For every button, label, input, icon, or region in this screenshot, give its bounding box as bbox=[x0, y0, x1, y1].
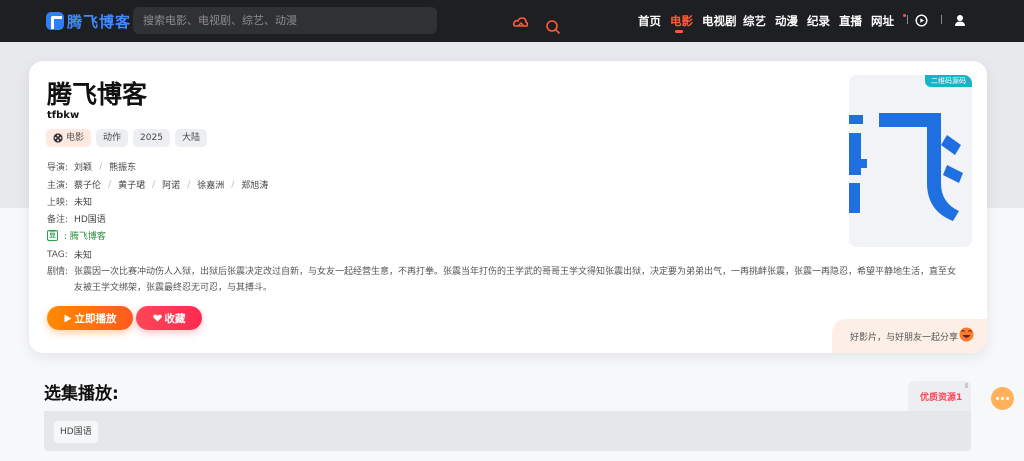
logo-text: 腾飞博客 bbox=[67, 12, 132, 31]
separator: / bbox=[108, 179, 112, 190]
cloud-icon[interactable] bbox=[513, 17, 528, 28]
play-icon bbox=[64, 314, 71, 322]
plot-label: 剧情: bbox=[47, 267, 69, 277]
movie-detail-card: 腾飞博客 tfbkw 电影 动作 2025 大陆 导演: 刘颖 / 熊振东 主演… bbox=[29, 61, 987, 353]
cast-row: 主演: 蔡子伦 / 黄子珺 / 阿诺 / 徐嘉洲 / 郑旭涛 bbox=[47, 178, 268, 192]
plot-text: 张震因一次比赛冲动伤人入狱，出狱后张震决定改过自新，与女友一起经营生意，不再打拳… bbox=[74, 267, 957, 293]
movie-title: 腾飞博客 bbox=[47, 80, 148, 109]
favorite-button-label: 收藏 bbox=[164, 312, 186, 325]
poster-image bbox=[849, 75, 972, 247]
episode-item[interactable]: HD国语 bbox=[54, 421, 98, 443]
source-tab-marker bbox=[965, 383, 968, 388]
more-dot-icon bbox=[1006, 397, 1009, 400]
smile-emoji-icon bbox=[959, 327, 974, 342]
cast-link[interactable]: 黄子珺 bbox=[118, 178, 145, 191]
note-row: 备注: HD国语 bbox=[47, 212, 106, 225]
director-link[interactable]: 刘颖 bbox=[74, 160, 92, 173]
separator: / bbox=[231, 179, 235, 190]
release-row: 上映: 未知 bbox=[47, 195, 92, 208]
douban-row: 豆 : 腾飞博客 bbox=[47, 229, 106, 242]
play-button[interactable]: 立即播放 bbox=[47, 306, 133, 330]
play-history-icon[interactable] bbox=[915, 14, 928, 27]
nav-item-home[interactable]: 首页 bbox=[638, 13, 661, 29]
top-navigation-bar: 腾飞博客 首页 电影 电视剧 综艺 动漫 纪录 直播 网址 bbox=[0, 0, 1024, 42]
douban-icon: 豆 bbox=[47, 230, 58, 241]
type-tag[interactable]: 电影 bbox=[46, 129, 92, 147]
tag-label: TAG: bbox=[47, 249, 68, 260]
more-options-button[interactable] bbox=[991, 387, 1014, 410]
nav-item-movie[interactable]: 电影 bbox=[670, 13, 693, 29]
nav-item-tv[interactable]: 电视剧 bbox=[702, 13, 737, 29]
year-tag[interactable]: 2025 bbox=[133, 129, 170, 147]
type-tag-label: 电影 bbox=[66, 133, 85, 143]
tag-value: 未知 bbox=[73, 251, 92, 261]
share-text: 好影片，与好朋友一起分享 bbox=[850, 333, 959, 343]
logo-icon bbox=[46, 12, 64, 30]
separator: / bbox=[99, 161, 103, 172]
cast-link[interactable]: 徐嘉洲 bbox=[197, 178, 224, 191]
cast-link[interactable]: 蔡子伦 bbox=[74, 178, 101, 191]
play-button-label: 立即播放 bbox=[74, 312, 117, 325]
source-tab[interactable]: 优质资源1 bbox=[908, 381, 971, 412]
nav-item-anime[interactable]: 动漫 bbox=[775, 13, 798, 29]
plot-row: 剧情: 张震因一次比赛冲动伤人入狱，出狱后张震决定改过自新，与女友一起经营生意，… bbox=[47, 264, 965, 296]
film-reel-icon bbox=[53, 133, 63, 143]
director-label: 导演: bbox=[47, 163, 69, 173]
separator: / bbox=[187, 179, 191, 190]
cast-link[interactable]: 阿诺 bbox=[162, 178, 180, 191]
douban-link[interactable]: : 腾飞博客 bbox=[64, 229, 106, 242]
director-link[interactable]: 熊振东 bbox=[109, 160, 136, 173]
nav-new-dot bbox=[903, 14, 906, 17]
site-logo[interactable]: 腾飞博客 bbox=[46, 11, 131, 31]
note-label: 备注: bbox=[47, 215, 69, 225]
source-tab-label: 优质资源1 bbox=[920, 393, 963, 403]
episodes-section-title: 选集播放: bbox=[44, 384, 119, 404]
note-value: HD国语 bbox=[74, 215, 106, 225]
genre-tag[interactable]: 动作 bbox=[96, 129, 129, 147]
cast-label: 主演: bbox=[47, 181, 69, 191]
movie-poster[interactable]: 二维码源码 bbox=[849, 75, 972, 247]
user-icon[interactable] bbox=[954, 14, 966, 27]
favorite-button[interactable]: 收藏 bbox=[136, 306, 202, 330]
search-input[interactable] bbox=[143, 11, 368, 30]
movie-tags: 电影 动作 2025 大陆 bbox=[46, 129, 207, 147]
episode-list: HD国语 bbox=[44, 411, 971, 451]
nav-item-links[interactable]: 网址 bbox=[871, 13, 894, 29]
region-tag[interactable]: 大陆 bbox=[174, 129, 207, 147]
tag-row: TAG: 未知 bbox=[47, 248, 92, 262]
more-dot-icon bbox=[996, 397, 999, 400]
heart-icon bbox=[152, 314, 162, 322]
cast-link[interactable]: 郑旭涛 bbox=[241, 178, 268, 191]
separator: / bbox=[152, 179, 156, 190]
nav-item-variety[interactable]: 综艺 bbox=[743, 13, 766, 29]
release-value: 未知 bbox=[74, 198, 93, 208]
nav-active-indicator bbox=[675, 30, 683, 33]
nav-divider bbox=[907, 15, 908, 24]
nav-item-live[interactable]: 直播 bbox=[839, 13, 862, 29]
more-dot-icon bbox=[1001, 397, 1004, 400]
movie-subtitle: tfbkw bbox=[47, 110, 80, 121]
nav-divider bbox=[941, 15, 942, 24]
search-icon[interactable] bbox=[541, 16, 565, 38]
search-box bbox=[133, 7, 560, 34]
poster-badge: 二维码源码 bbox=[925, 75, 972, 87]
director-row: 导演: 刘颖 / 熊振东 bbox=[47, 160, 136, 174]
nav-item-documentary[interactable]: 纪录 bbox=[807, 13, 830, 29]
release-label: 上映: bbox=[47, 198, 69, 208]
share-banner[interactable]: 好影片，与好朋友一起分享 bbox=[832, 319, 987, 353]
